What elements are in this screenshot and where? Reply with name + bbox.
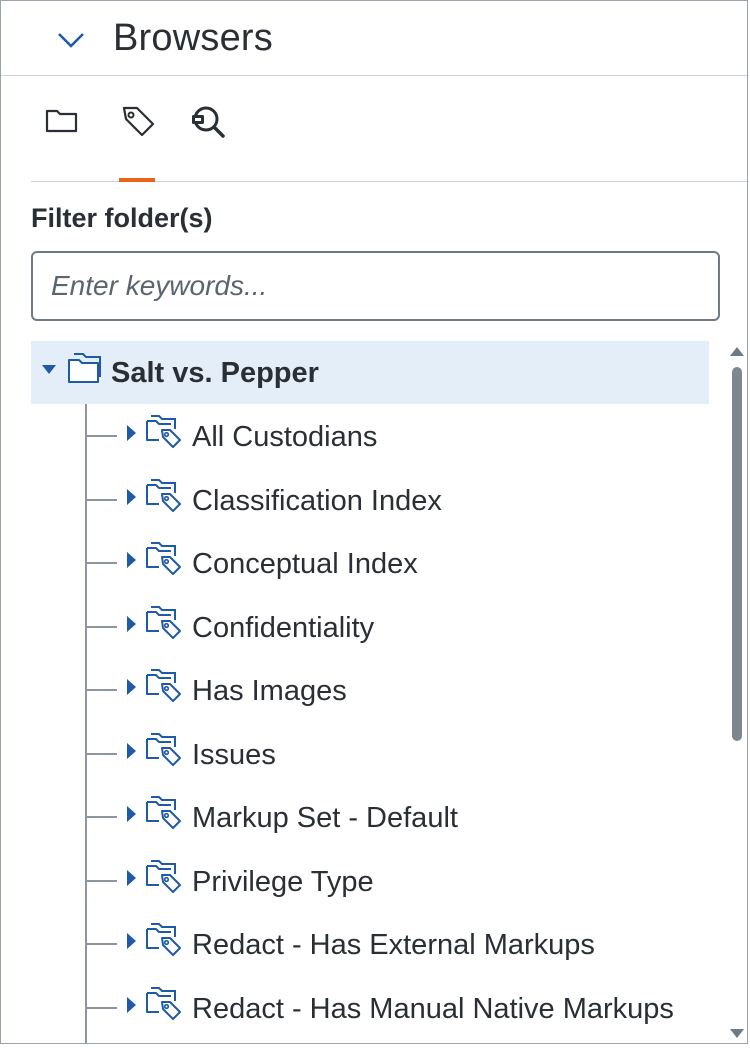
tree-connector: [87, 562, 117, 564]
tag-folder-icon: [146, 923, 181, 956]
tree-item-label: Classification Index: [192, 484, 442, 517]
folder-outline-icon: [68, 353, 101, 383]
caret-right-icon[interactable]: [125, 805, 137, 823]
tree-item-label: Confidentiality: [192, 611, 375, 644]
tree-item-label: Has Images: [192, 675, 347, 707]
tree-item[interactable]: Classification Index: [31, 468, 709, 531]
tree-connector: [87, 435, 117, 437]
tree-item-label: Markup Set - Default: [192, 802, 458, 834]
caret-right-icon[interactable]: [125, 424, 137, 442]
caret-right-icon[interactable]: [125, 488, 137, 506]
tag-folder-icon: [146, 478, 181, 512]
caret-down-icon[interactable]: [41, 364, 57, 376]
scrollbar-thumb[interactable]: [732, 367, 742, 741]
caret-right-icon[interactable]: [125, 932, 137, 950]
scroll-up-arrow-icon[interactable]: [729, 346, 745, 358]
tag-folder-icon: [146, 732, 181, 766]
browsers-panel: Browsers Filter folder(s) Enter keywords…: [0, 0, 748, 1044]
tree-scrollbar[interactable]: [727, 341, 747, 1043]
caret-right-icon[interactable]: [125, 996, 137, 1014]
tree-item[interactable]: Issues: [31, 722, 709, 785]
scroll-down-arrow-icon[interactable]: [729, 1027, 745, 1039]
tree-item-label: Redact - Has Manual Native Markups: [192, 992, 674, 1025]
tree-item[interactable]: Privilege Type: [31, 849, 709, 912]
tree-item[interactable]: Redact - Has External Markups: [31, 912, 709, 975]
tree-item[interactable]: Markup Set - Default: [31, 785, 709, 848]
caret-right-icon[interactable]: [125, 742, 137, 760]
tag-folder-icon: [146, 859, 181, 893]
caret-right-icon[interactable]: [125, 678, 137, 696]
tree-connector: [87, 1006, 117, 1009]
chevron-down-icon[interactable]: [56, 28, 86, 52]
filter-keywords-input[interactable]: [31, 251, 720, 321]
tag-folder-icon: [146, 986, 181, 1020]
tab-field-search[interactable]: [187, 77, 243, 181]
tree-connector: [87, 498, 117, 501]
tag-icon: [122, 106, 155, 137]
tree-connector: [87, 879, 117, 882]
tree-item-label: Privilege Type: [192, 865, 374, 898]
tag-folder-icon: [146, 796, 181, 829]
browser-tabs: [31, 77, 747, 182]
tree-connector: [87, 689, 117, 691]
filter-label: Filter folder(s): [31, 203, 213, 233]
tree-connector: [87, 752, 117, 755]
tree-connector: [87, 816, 117, 818]
tag-folder-icon: [146, 415, 181, 448]
panel-title: Browsers: [113, 17, 273, 59]
tree-item-label: Issues: [192, 738, 276, 771]
panel-header: Browsers: [1, 1, 747, 76]
tree-item[interactable]: Has Images: [31, 658, 709, 721]
folder-icon: [45, 109, 78, 133]
tab-folders[interactable]: [31, 77, 87, 181]
tree-connector: [87, 625, 117, 628]
tree-connector: [87, 943, 117, 945]
tree-item[interactable]: Redact - Has Manual Native Markups: [31, 976, 709, 1039]
folder-tree: Salt vs. Pepper All Custodians Classifica…: [31, 341, 709, 1043]
caret-right-icon[interactable]: [125, 869, 137, 887]
tree-item[interactable]: Conceptual Index: [31, 531, 709, 594]
tree-item[interactable]: All Custodians: [31, 404, 709, 467]
caret-right-icon[interactable]: [125, 551, 137, 569]
tree-item-label: Redact - Has External Markups: [192, 929, 595, 961]
tag-folder-icon: [146, 605, 181, 639]
tree-root-salt-vs-pepper[interactable]: Salt vs. Pepper: [31, 341, 709, 404]
tag-folder-icon: [146, 669, 181, 702]
tree-root-label: Salt vs. Pepper: [111, 357, 319, 389]
search-field-icon: [192, 106, 225, 138]
tree-item-label: Conceptual Index: [192, 548, 418, 580]
tag-folder-icon: [146, 542, 181, 575]
tab-tags[interactable]: [119, 77, 175, 182]
caret-right-icon[interactable]: [125, 615, 137, 633]
tree-item[interactable]: Confidentiality: [31, 595, 709, 658]
tree-item-label: All Custodians: [192, 421, 378, 453]
